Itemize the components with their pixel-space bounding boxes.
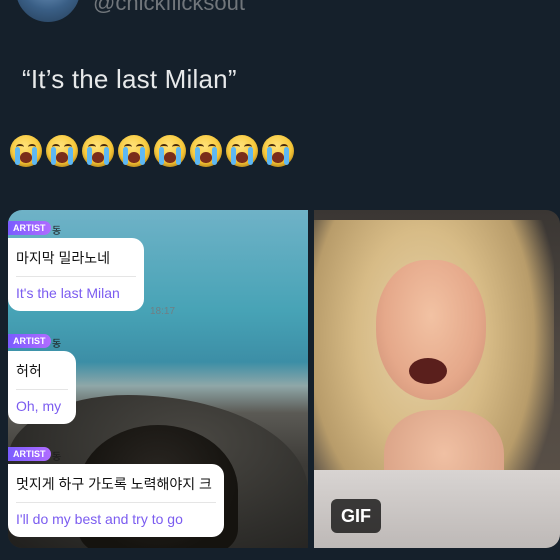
- korean-message: 마지막 밀라노네: [16, 250, 111, 266]
- korean-message: 멋지게 하구 가도록 노력해야지 크: [16, 476, 212, 492]
- artist-tag: ARTIST: [8, 447, 51, 461]
- english-translation: It's the last Milan: [16, 276, 136, 311]
- chat-bubble: 허허 Oh, my: [8, 351, 76, 424]
- loudly-crying-face-icon: [118, 135, 150, 167]
- korean-message: 허허: [16, 363, 42, 379]
- chat-bubble: 멋지게 하구 가도록 노력해야지 크 I'll do my best and t…: [8, 464, 224, 537]
- artist-name: 동: [52, 339, 62, 350]
- gif-mouth: [409, 358, 447, 384]
- chat-bubble: 마지막 밀라노네 It's the last Milan: [8, 238, 144, 311]
- loudly-crying-face-icon: [10, 135, 42, 167]
- english-translation: Oh, my: [16, 389, 68, 424]
- loudly-crying-face-icon: [226, 135, 258, 167]
- gif-badge[interactable]: GIF: [331, 499, 381, 533]
- english-translation: I'll do my best and try to go: [16, 502, 216, 537]
- media-left-image[interactable]: ARTIST 동 마지막 밀라노네 It's the last Milan 18…: [8, 210, 308, 548]
- loudly-crying-face-icon: [262, 135, 294, 167]
- artist-tag: ARTIST: [8, 334, 51, 348]
- artist-name: 동: [52, 226, 62, 237]
- message-timestamp: 18:17: [150, 306, 176, 317]
- tweet-text: “It’s the last Milan”: [22, 64, 237, 94]
- author-handle[interactable]: @chickflicksout: [93, 0, 245, 16]
- emoji-row: [10, 135, 294, 167]
- author-avatar[interactable]: [14, 0, 82, 24]
- loudly-crying-face-icon: [46, 135, 78, 167]
- loudly-crying-face-icon: [154, 135, 186, 167]
- media-right-gif[interactable]: GIF: [314, 210, 560, 548]
- loudly-crying-face-icon: [190, 135, 222, 167]
- loudly-crying-face-icon: [82, 135, 114, 167]
- artist-name: 동: [52, 452, 62, 463]
- artist-tag: ARTIST: [8, 221, 51, 235]
